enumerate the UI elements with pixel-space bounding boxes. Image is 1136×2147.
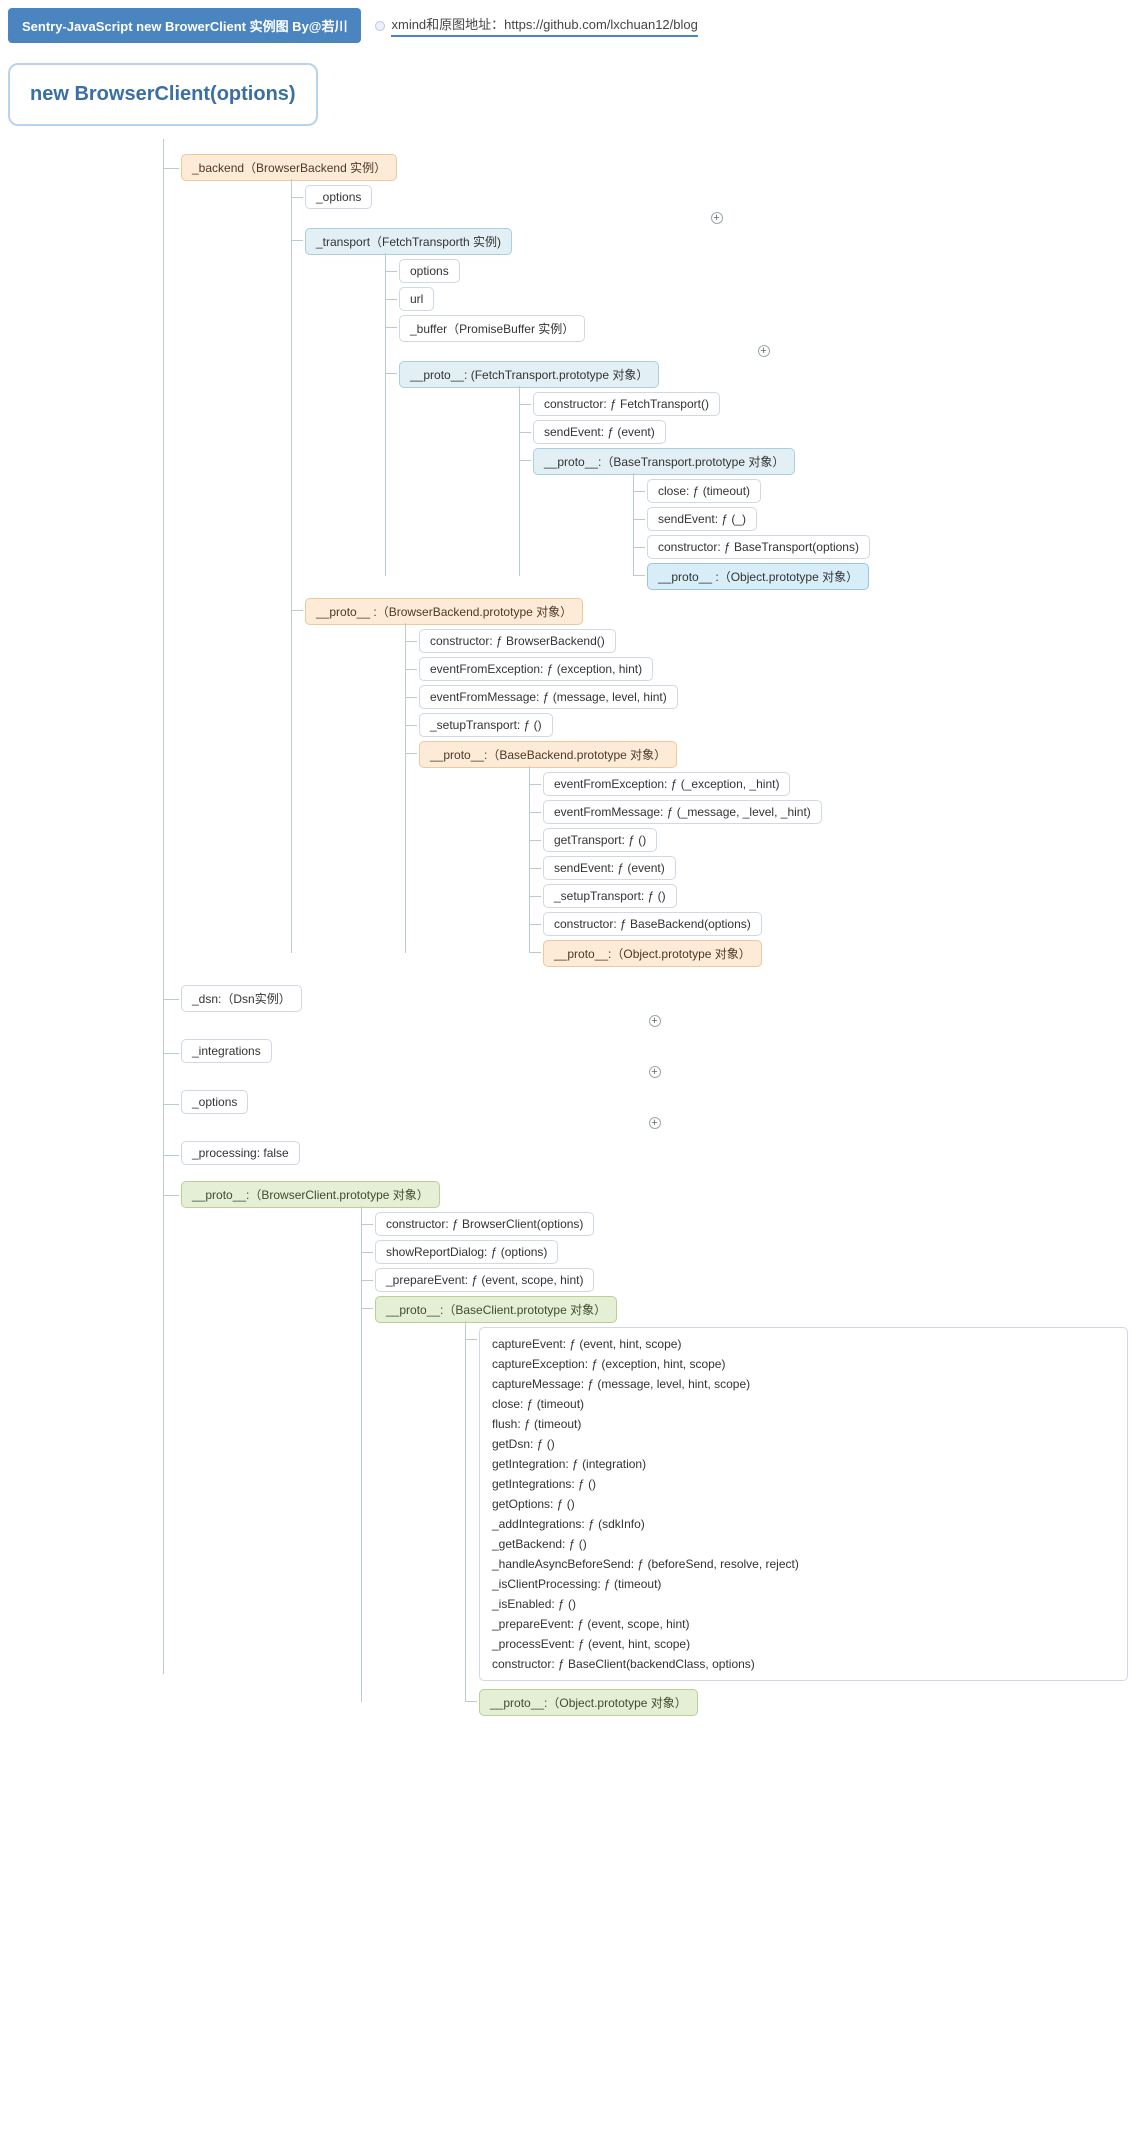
baseclient-methods: captureEvent: ƒ (event, hint, scope)capt… — [479, 1327, 1128, 1681]
browserbackend-proto-children: constructor: ƒ BrowserBackend() eventFro… — [405, 629, 1128, 967]
bc-proto: __proto__:（BaseClient.prototype 对象） — [375, 1296, 617, 1323]
dsn-node: _dsn:（Dsn实例） — [181, 985, 302, 1012]
dsn-branch: _dsn:（Dsn实例） + — [163, 985, 1128, 1027]
bt-close: close: ƒ (timeout) — [647, 479, 761, 503]
backend-branch: _backend（BrowserBackend 实例） _options + _… — [163, 154, 1128, 967]
baseb-object-proto: __proto__:（Object.prototype 对象） — [543, 940, 762, 967]
expand-icon[interactable]: + — [649, 1117, 661, 1129]
transport-url: url — [399, 287, 434, 311]
bt-constructor: constructor: ƒ BaseTransport(options) — [647, 535, 870, 559]
bt-sendevent: sendEvent: ƒ (_) — [647, 507, 757, 531]
transport-options: options — [399, 259, 460, 283]
baseb-efm: eventFromMessage: ƒ (_message, _level, _… — [543, 800, 822, 824]
backend-proto-node: __proto__ :（BrowserBackend.prototype 对象） — [305, 598, 583, 625]
bc-constructor: constructor: ƒ BrowserClient(options) — [375, 1212, 594, 1236]
root-node: new BrowserClient(options) — [8, 63, 318, 126]
header: Sentry-JavaScript new BrowerClient 实例图 B… — [8, 8, 1128, 43]
processing-branch: _processing: false — [163, 1141, 1128, 1165]
expand-icon[interactable]: + — [649, 1066, 661, 1078]
bc-prepare-event: _prepareEvent: ƒ (event, scope, hint) — [375, 1268, 594, 1292]
basetransport-proto-children: close: ƒ (timeout) sendEvent: ƒ (_) cons… — [633, 479, 1128, 590]
options-node: _options — [181, 1090, 248, 1114]
ft-proto: __proto__:（BaseTransport.prototype 对象） — [533, 448, 795, 475]
bb-proto: __proto__:（BaseBackend.prototype 对象） — [419, 741, 677, 768]
backend-node: _backend（BrowserBackend 实例） — [181, 154, 397, 181]
source-url: xmind和原图地址：https://github.com/lxchuan12/… — [391, 14, 697, 37]
integrations-node: _integrations — [181, 1039, 272, 1063]
ft-sendevent: sendEvent: ƒ (event) — [533, 420, 666, 444]
transport-item: _transport（FetchTransporth 实例) options u… — [291, 228, 1128, 590]
bb-efm: eventFromMessage: ƒ (message, level, hin… — [419, 685, 678, 709]
transport-node: _transport（FetchTransporth 实例) — [305, 228, 512, 255]
transport-buffer: _buffer（PromiseBuffer 实例） — [399, 315, 585, 342]
root-children: _backend（BrowserBackend 实例） _options + _… — [163, 154, 1128, 1716]
source-url-row: xmind和原图地址：https://github.com/lxchuan12/… — [375, 14, 697, 37]
bc-object-proto: __proto__:（Object.prototype 对象） — [479, 1689, 698, 1716]
transport-proto: __proto__: (FetchTransport.prototype 对象） — [399, 361, 659, 388]
baseb-efe: eventFromException: ƒ (_exception, _hint… — [543, 772, 790, 796]
baseclient-proto-children: captureEvent: ƒ (event, hint, scope)capt… — [465, 1327, 1128, 1716]
bb-constructor: constructor: ƒ BrowserBackend() — [419, 629, 616, 653]
transport-children: options url _buffer（PromiseBuffer 实例） + … — [385, 259, 1128, 590]
backend-options: _options + — [291, 185, 1128, 224]
baseb-sendevent: sendEvent: ƒ (event) — [543, 856, 676, 880]
baseb-gettransport: getTransport: ƒ () — [543, 828, 657, 852]
bb-efe: eventFromException: ƒ (exception, hint) — [419, 657, 653, 681]
expand-icon[interactable]: + — [649, 1015, 661, 1027]
backend-proto-item: __proto__ :（BrowserBackend.prototype 对象）… — [291, 598, 1128, 967]
expand-icon[interactable]: + — [711, 212, 723, 224]
bt-object-proto: __proto__ :（Object.prototype 对象） — [647, 563, 869, 590]
diagram-title: Sentry-JavaScript new BrowerClient 实例图 B… — [8, 8, 361, 43]
expand-icon[interactable]: + — [758, 345, 770, 357]
fetchtransport-proto-children: constructor: ƒ FetchTransport() sendEven… — [519, 392, 1128, 590]
browserclient-proto-children: constructor: ƒ BrowserClient(options) sh… — [361, 1212, 1128, 1716]
client-proto-branch: __proto__:（BrowserClient.prototype 对象） c… — [163, 1181, 1128, 1716]
bb-setup: _setupTransport: ƒ () — [419, 713, 553, 737]
backend-options-node: _options — [305, 185, 372, 209]
bc-show-dialog: showReportDialog: ƒ (options) — [375, 1240, 558, 1264]
dot-icon — [375, 21, 385, 31]
backend-children: _options + _transport（FetchTransporth 实例… — [291, 185, 1128, 967]
baseb-constructor: constructor: ƒ BaseBackend(options) — [543, 912, 762, 936]
baseb-setup: _setupTransport: ƒ () — [543, 884, 677, 908]
basebackend-proto-children: eventFromException: ƒ (_exception, _hint… — [529, 772, 1128, 967]
integrations-branch: _integrations + — [163, 1039, 1128, 1078]
processing-node: _processing: false — [181, 1141, 300, 1165]
client-proto-node: __proto__:（BrowserClient.prototype 对象） — [181, 1181, 440, 1208]
ft-constructor: constructor: ƒ FetchTransport() — [533, 392, 720, 416]
options-branch: _options + — [163, 1090, 1128, 1129]
